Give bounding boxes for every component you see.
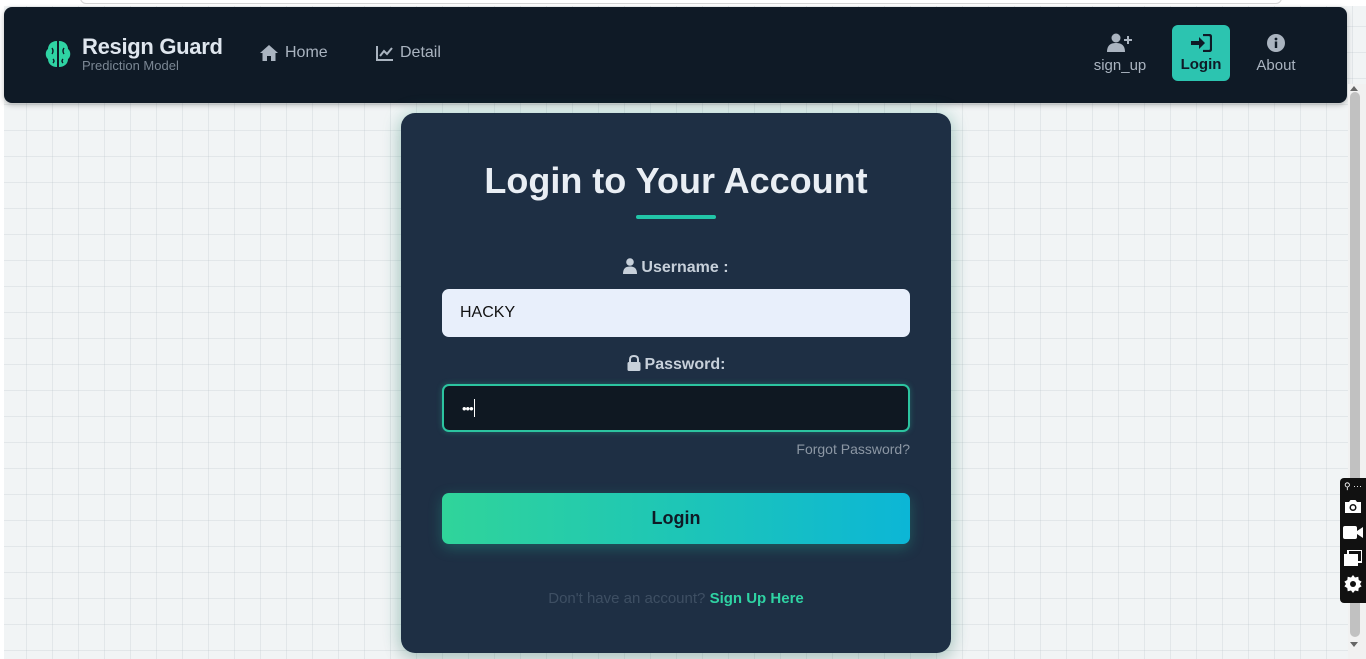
signup-prompt-text: Don't have an account? — [548, 590, 706, 607]
password-mask: ••• — [462, 400, 474, 416]
gear-icon[interactable] — [1342, 571, 1364, 597]
camera-icon[interactable] — [1342, 493, 1364, 519]
navbar: Resign Guard Prediction Model Home Detai… — [4, 7, 1347, 103]
home-icon — [260, 45, 278, 61]
nav-detail[interactable]: Detail — [376, 44, 441, 62]
chart-line-icon — [376, 46, 393, 61]
nav-home-label: Home — [285, 44, 328, 61]
signup-link[interactable]: Sign Up Here — [710, 590, 804, 607]
toolbar-handle[interactable]: ⚲ ··· — [1344, 481, 1362, 493]
lock-icon — [627, 354, 641, 371]
username-input[interactable]: HACKY — [442, 289, 910, 337]
nav-login-label: Login — [1180, 55, 1222, 73]
password-label-text: Password: — [644, 356, 726, 373]
nav-signup-label: sign_up — [1093, 56, 1147, 74]
info-icon — [1267, 33, 1285, 52]
user-icon — [623, 258, 638, 274]
left-edge — [0, 0, 4, 659]
username-value: HACKY — [460, 304, 516, 321]
scroll-up-arrow[interactable] — [1350, 86, 1358, 91]
sign-in-icon — [1191, 33, 1212, 52]
floating-toolbar: ⚲ ··· — [1340, 478, 1366, 603]
user-plus-icon — [1107, 33, 1132, 52]
brain-icon — [45, 41, 71, 67]
window-icon[interactable] — [1342, 545, 1364, 571]
brand[interactable]: Resign Guard Prediction Model — [44, 35, 223, 73]
nav-login[interactable]: Login — [1172, 25, 1230, 81]
title-underline — [636, 215, 716, 219]
nav-detail-label: Detail — [400, 44, 441, 61]
nav-signup[interactable]: sign_up — [1090, 25, 1150, 81]
forgot-password-link[interactable]: Forgot Password? — [796, 441, 910, 457]
nav-about-label: About — [1256, 56, 1296, 74]
password-label: Password: — [401, 354, 951, 374]
address-bar[interactable] — [80, 0, 1282, 4]
scroll-down-arrow[interactable] — [1350, 642, 1358, 647]
nav-home[interactable]: Home — [259, 44, 328, 62]
username-label: Username : — [401, 258, 951, 277]
login-button[interactable]: Login — [442, 493, 910, 544]
login-title: Login to Your Account — [484, 160, 868, 201]
video-icon[interactable] — [1342, 519, 1364, 545]
username-label-text: Username : — [641, 259, 729, 276]
password-input[interactable]: ••• — [442, 384, 910, 432]
brand-subtitle: Prediction Model — [82, 58, 179, 73]
brand-title: Resign Guard — [82, 34, 223, 59]
browser-top-strip — [0, 0, 1366, 6]
nav-about[interactable]: About — [1252, 25, 1300, 81]
text-caret — [473, 399, 475, 417]
login-card: Login to Your Account Username : HACKY P… — [401, 113, 951, 653]
signup-prompt: Don't have an account? Sign Up Here — [401, 590, 951, 607]
